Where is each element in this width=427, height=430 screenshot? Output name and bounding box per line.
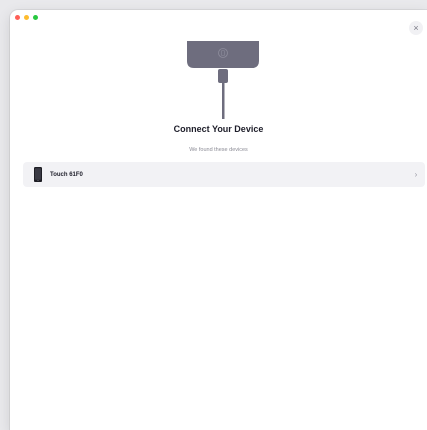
close-button[interactable]: × [409,21,423,35]
device-name: Touch 61F0 [50,171,83,178]
chevron-right-icon: › [414,170,418,179]
window-controls [15,15,38,20]
device-list-item[interactable]: Touch 61F0 › [23,162,425,187]
window-close-control[interactable] [15,15,20,20]
window-zoom-control[interactable] [33,15,38,20]
app-window: × Connect Your Device We found these dev… [10,10,427,430]
phone-icon [28,162,48,187]
window-minimize-control[interactable] [24,15,29,20]
page-subtitle: We found these devices [189,147,248,153]
page-title: Connect Your Device [173,124,264,134]
phone-connect-illustration [187,41,259,119]
close-icon: × [413,23,419,33]
